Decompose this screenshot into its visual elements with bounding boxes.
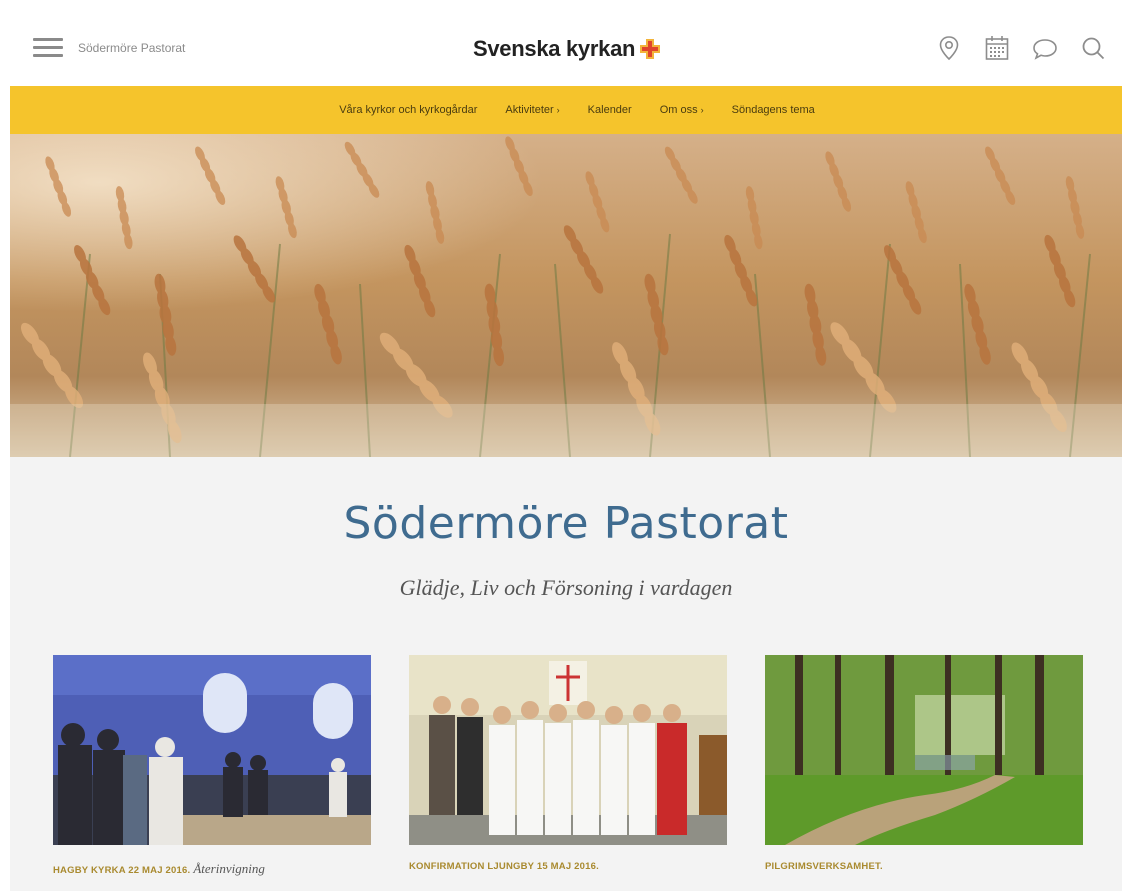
page: Södermöre Pastorat Svenska kyrkan Våra k…: [10, 10, 1122, 891]
logo-text: Svenska kyrkan: [473, 36, 636, 61]
site-name[interactable]: Södermöre Pastorat: [78, 41, 185, 55]
news-card[interactable]: PILGRIMSVERKSAMHET.: [765, 655, 1083, 872]
menu-icon[interactable]: [33, 38, 63, 58]
card-image-church-interior[interactable]: [53, 655, 371, 845]
card-image-confirmation-group[interactable]: [409, 655, 727, 845]
card-caption[interactable]: PILGRIMSVERKSAMHET.: [765, 861, 1083, 872]
site-header: Södermöre Pastorat Svenska kyrkan: [10, 10, 1122, 86]
chevron-right-icon: ›: [700, 105, 704, 115]
page-subtitle: Glädje, Liv och Försoning i vardagen: [399, 575, 733, 600]
card-caption[interactable]: KONFIRMATION LJUNGBY 15 MAJ 2016.: [409, 861, 727, 872]
card-caption[interactable]: HAGBY KYRKA 22 MAJ 2016. Återinvigning: [53, 861, 371, 877]
search-icon[interactable]: [1080, 34, 1106, 62]
news-card[interactable]: HAGBY KYRKA 22 MAJ 2016. Återinvigning: [53, 655, 371, 877]
logo[interactable]: Svenska kyrkan: [473, 34, 661, 64]
main-nav: Våra kyrkor och kyrkogårdar Aktiviteter ›…: [10, 86, 1122, 134]
nav-item-sunday-theme[interactable]: Söndagens tema: [732, 104, 815, 116]
news-card[interactable]: KONFIRMATION LJUNGBY 15 MAJ 2016.: [409, 655, 727, 872]
card-image-forest-path[interactable]: [765, 655, 1083, 845]
nav-item-activities[interactable]: Aktiviteter ›: [505, 104, 559, 116]
chevron-right-icon: ›: [556, 105, 560, 115]
hero-image: [10, 134, 1122, 457]
cross-logo-icon: [640, 39, 661, 59]
calendar-icon[interactable]: [984, 34, 1010, 62]
page-title: Södermöre Pastorat: [343, 498, 789, 549]
chat-bubble-icon[interactable]: [1032, 34, 1058, 62]
location-pin-icon[interactable]: [936, 34, 962, 62]
nav-item-calendar[interactable]: Kalender: [588, 104, 632, 116]
nav-item-about[interactable]: Om oss ›: [660, 104, 704, 116]
wheat-field-illustration: [10, 134, 1122, 457]
nav-item-churches[interactable]: Våra kyrkor och kyrkogårdar: [339, 104, 477, 116]
